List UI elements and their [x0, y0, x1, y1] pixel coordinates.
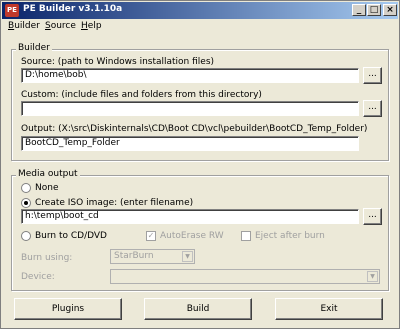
chevron-down-icon: ▼: [367, 271, 378, 282]
output-label: Output: (X:\src\Diskinternals\CD\Boot CD…: [21, 124, 368, 134]
iso-browse-button[interactable]: ...: [363, 208, 382, 225]
menu-builder[interactable]: Builder: [8, 21, 40, 31]
minimize-button[interactable]: _: [352, 4, 366, 16]
iso-filename-input[interactable]: h:\temp\boot_cd: [21, 209, 359, 224]
burn-using-select[interactable]: StarBurn ▼: [110, 249, 195, 264]
pe-builder-window: PE PE Builder v3.1.10a _ □ × Builder Sou…: [0, 0, 400, 329]
burn-radio[interactable]: [21, 231, 31, 241]
pe-builder-app-icon: PE: [5, 4, 19, 17]
iso-radio[interactable]: [21, 198, 31, 208]
source-browse-button[interactable]: ...: [363, 67, 382, 84]
none-radio[interactable]: [21, 183, 31, 193]
device-select[interactable]: ▼: [110, 269, 380, 284]
autoerase-label: AutoErase RW: [160, 231, 224, 241]
build-button[interactable]: Build: [144, 298, 252, 320]
burn-using-label: Burn using:: [21, 253, 73, 263]
menu-bar: Builder Source Help: [2, 19, 398, 35]
burn-using-value: StarBurn: [114, 251, 154, 261]
custom-browse-button[interactable]: ...: [363, 100, 382, 117]
custom-label: Custom: (include files and folders from …: [21, 90, 262, 100]
none-radio-label[interactable]: None: [35, 183, 58, 193]
menu-help[interactable]: Help: [81, 21, 102, 31]
title-bar[interactable]: PE PE Builder v3.1.10a _ □ ×: [2, 2, 398, 19]
exit-button[interactable]: Exit: [275, 298, 383, 320]
close-button[interactable]: ×: [383, 4, 397, 16]
chevron-down-icon: ▼: [182, 251, 193, 262]
device-label: Device:: [21, 272, 55, 282]
iso-radio-label[interactable]: Create ISO image: (enter filename): [35, 198, 193, 208]
eject-label: Eject after burn: [255, 231, 325, 241]
window-title: PE Builder v3.1.10a: [23, 4, 123, 14]
autoerase-checkbox[interactable]: ✓: [146, 231, 156, 241]
builder-group-label: Builder: [16, 43, 52, 53]
source-label: Source: (path to Windows installation fi…: [21, 57, 215, 67]
source-input[interactable]: D:\home\bob\: [21, 68, 359, 83]
menu-source[interactable]: Source: [45, 21, 76, 31]
maximize-button[interactable]: □: [367, 4, 381, 16]
plugins-button[interactable]: Plugins: [14, 298, 122, 320]
eject-checkbox[interactable]: [241, 231, 251, 241]
output-input[interactable]: BootCD_Temp_Folder: [21, 136, 359, 151]
custom-input[interactable]: [21, 101, 359, 116]
burn-radio-label[interactable]: Burn to CD/DVD: [35, 231, 107, 241]
media-output-group-label: Media output: [16, 169, 80, 179]
